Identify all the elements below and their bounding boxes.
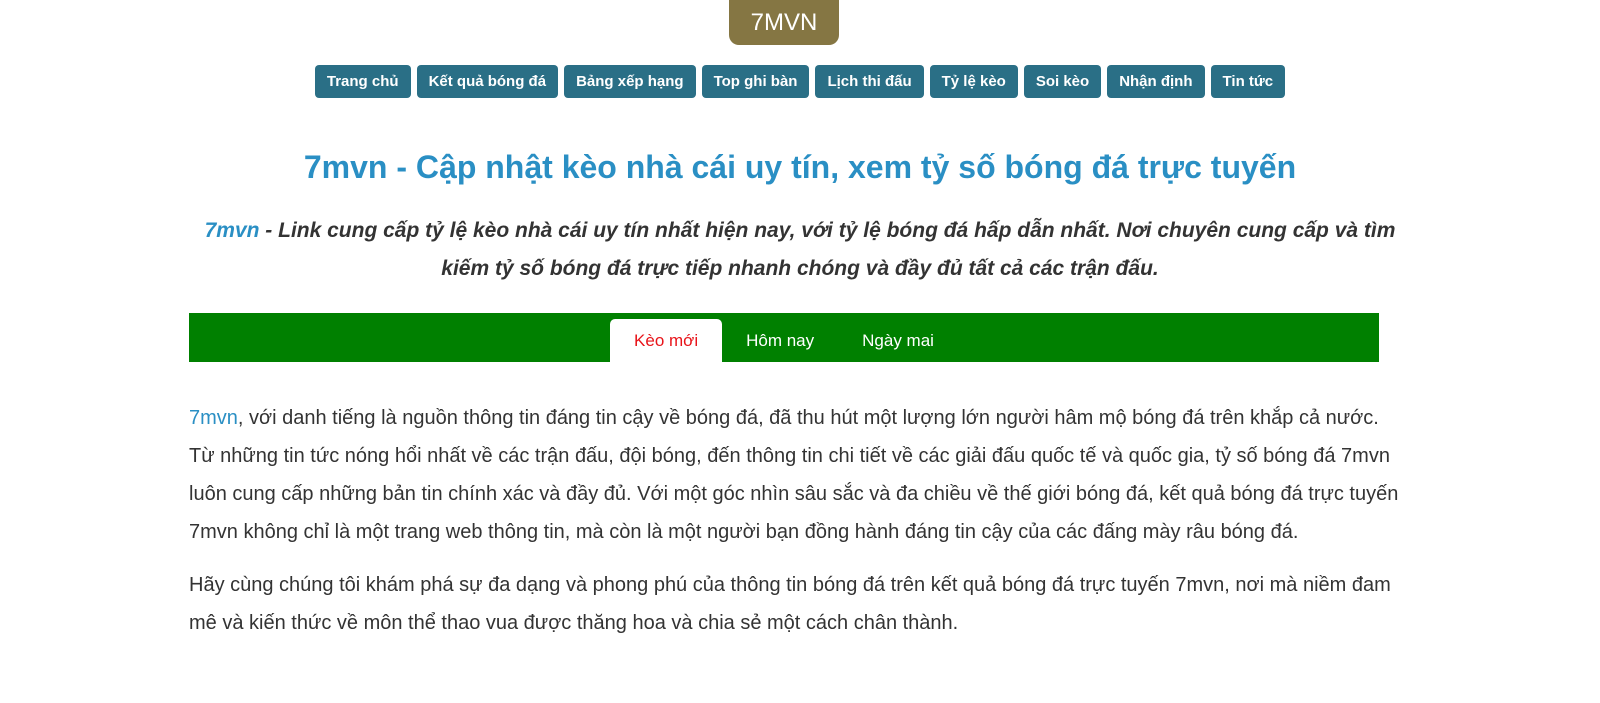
intro-text: 7mvn - Link cung cấp tỷ lệ kèo nhà cái u… [188, 212, 1412, 288]
odds-tab-bar: Kèo mới Hôm nay Ngày mai [189, 313, 1379, 362]
intro-body: - Link cung cấp tỷ lệ kèo nhà cái uy tín… [259, 219, 1396, 280]
tab-hom-nay[interactable]: Hôm nay [722, 319, 838, 362]
nav-item-top-ghi-ban[interactable]: Top ghi bàn [701, 65, 810, 98]
nav-item-tin-tuc[interactable]: Tin tức [1210, 65, 1286, 98]
nav-item-bang-xep-hang[interactable]: Bảng xếp hạng [564, 65, 696, 98]
logo-text: 7MVN [750, 8, 818, 36]
page-title: 7mvn - Cập nhật kèo nhà cái uy tín, xem … [303, 149, 1297, 185]
article-paragraph-1-text: , với danh tiếng là nguồn thông tin đáng… [189, 407, 1399, 543]
nav-item-trang-chu[interactable]: Trang chủ [314, 65, 411, 98]
nav-item-lich-thi-dau[interactable]: Lịch thi đấu [815, 65, 924, 98]
nav-item-ty-le-keo[interactable]: Tỷ lệ kèo [929, 65, 1018, 98]
nav-item-ket-qua-bong-da[interactable]: Kết quả bóng đá [416, 65, 559, 98]
tab-keo-moi[interactable]: Kèo mới [610, 319, 723, 362]
nav-item-soi-keo[interactable]: Soi kèo [1023, 65, 1102, 98]
main-nav: Trang chủ Kết quả bóng đá Bảng xếp hạng … [0, 65, 1600, 98]
tab-ngay-mai[interactable]: Ngày mai [838, 319, 958, 362]
nav-item-nhan-dinh[interactable]: Nhận định [1107, 65, 1205, 98]
article-paragraph-2: Hãy cùng chúng tôi khám phá sự đa dạng v… [189, 574, 1391, 634]
intro-brand-link[interactable]: 7mvn [205, 219, 260, 242]
site-logo[interactable]: 7MVN [729, 0, 839, 45]
article-paragraph-1: 7mvn, với danh tiếng là nguồn thông tin … [189, 399, 1399, 551]
article-brand-link[interactable]: 7mvn [189, 407, 238, 429]
article-body: 7mvn, với danh tiếng là nguồn thông tin … [189, 399, 1399, 657]
